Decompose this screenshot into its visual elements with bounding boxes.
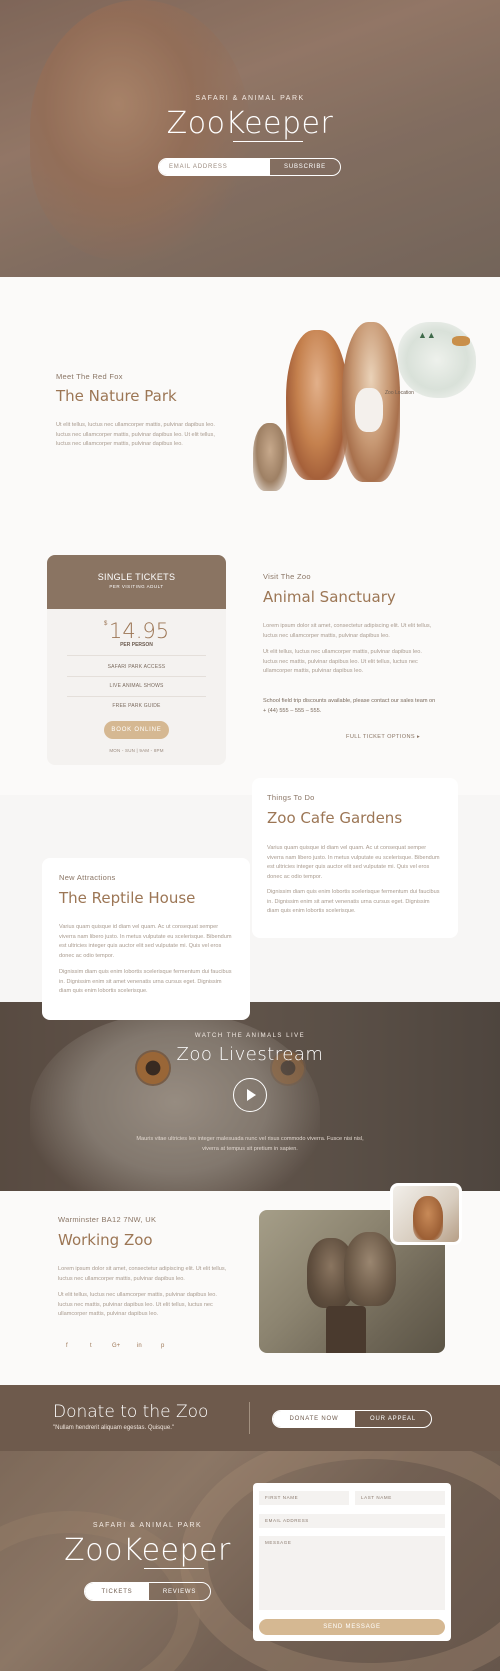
footer-logo-underline [144,1568,204,1569]
google-plus-icon[interactable]: G+ [112,1343,120,1349]
donate-section: Donate to the Zoo "Nullam hendrerit aliq… [0,1385,500,1451]
hero-logo[interactable]: ZooKeeper [0,106,500,141]
donate-buttons: DONATE NOW OUR APPEAL [272,1410,432,1428]
donate-divider [249,1402,250,1434]
fox-cub-photo [390,1183,462,1245]
livestream-kicker: WATCH THE ANIMALS LIVE [194,1033,306,1039]
email-field[interactable]: EMAIL ADDRESS [259,1514,445,1528]
nature-body: Ut elit tellus, luctus nec ullamcorper m… [56,422,215,448]
full-ticket-options-link[interactable]: FULL TICKET OPTIONS ▸ [346,733,420,743]
ticket-feature: LIVE ANIMAL SHOWS [109,683,164,689]
cafe-eyebrow: Things To Do [267,793,315,802]
livestream-section: WATCH THE ANIMALS LIVE Zoo Livestream Ma… [0,1002,500,1191]
reptile-eyebrow: New Attractions [59,873,116,882]
sanctuary-contact: School field trip discounts available, p… [263,698,436,714]
play-button[interactable] [233,1078,267,1112]
reptile-p2: Dignissim diam quis enim lobortis sceler… [59,969,232,995]
facebook-icon[interactable]: f [66,1343,68,1349]
first-name-field[interactable]: FIRST NAME [259,1491,349,1505]
ticket-title: SINGLE TICKETS [97,572,176,582]
reptile-title: The Reptile House [59,889,196,907]
reptile-p1: Varius quam quisque id diam vel quam. Ac… [59,924,232,959]
linkedin-icon[interactable]: in [137,1343,142,1349]
cafe-title: Zoo Cafe Gardens [267,809,403,827]
ticket-hours: MON - SUN | 9AM - 8PM [109,748,164,753]
footer-buttons: TICKETS REVIEWS [84,1582,211,1601]
subscribe-button[interactable]: SUBSCRIBE [270,159,340,175]
sanctuary-p1: Lorem ipsum dolor sit amet, consectetur … [263,623,432,639]
tickets-button[interactable]: TICKETS [85,1583,149,1600]
hero-kicker: SAFARI & ANIMAL PARK [195,95,305,102]
ticket-subtitle: PER VISITING ADULT [109,584,164,589]
sanctuary-title: Animal Sanctuary [263,588,396,606]
reviews-button[interactable]: REVIEWS [149,1583,210,1600]
send-message-button[interactable]: SEND MESSAGE [259,1619,445,1635]
pinterest-icon[interactable]: p [161,1343,164,1349]
hero-section: SAFARI & ANIMAL PARK ZooKeeper EMAIL ADD… [0,0,500,277]
livestream-title: Zoo Livestream [176,1044,324,1065]
zoo-map-illustration [398,322,476,398]
ticket-divider [67,676,206,677]
ticket-divider [67,696,206,697]
ticket-header: SINGLE TICKETS PER VISITING ADULT [47,555,226,609]
ticket-currency: $ [104,621,108,627]
ticket-price: 14.95 [109,619,170,643]
nature-title: The Nature Park [56,387,177,405]
ticket-card: SINGLE TICKETS PER VISITING ADULT $ 14.9… [47,555,226,765]
fox-cub [413,1196,443,1240]
sanctuary-eyebrow: Visit The Zoo [263,572,311,581]
ticket-divider [67,655,206,656]
working-p1: Lorem ipsum dolor sit amet, consectetur … [58,1266,227,1282]
newsletter-form: EMAIL ADDRESS SUBSCRIBE [158,158,341,176]
ticket-feature: FREE PARK GUIDE [112,703,161,709]
twitter-icon[interactable]: t [90,1343,92,1349]
tree-icon: ▲▲ [418,330,436,340]
last-name-field[interactable]: LAST NAME [355,1491,445,1505]
tree-stump [326,1306,366,1353]
working-p2: Ut elit tellus, luctus nec ullamcorper m… [58,1292,217,1318]
logo-underline [233,141,303,142]
message-field[interactable]: MESSAGE [259,1536,445,1610]
nature-eyebrow: Meet The Red Fox [56,372,123,381]
email-input[interactable]: EMAIL ADDRESS [159,159,270,175]
working-title: Working Zoo [58,1231,153,1249]
working-eyebrow: Warminster BA12 7NW, UK [58,1215,157,1224]
ticket-feature: SAFARI PARK ACCESS [107,664,166,670]
book-online-button[interactable]: BOOK ONLINE [104,721,169,739]
cafe-p2: Dignissim diam quis enim lobortis sceler… [267,889,440,915]
livestream-body: Mauris vitae ultricies leo integer males… [136,1136,364,1152]
contact-form: FIRST NAME LAST NAME EMAIL ADDRESS MESSA… [253,1483,451,1641]
footer-kicker: SAFARI & ANIMAL PARK [92,1522,203,1529]
owl-right [344,1232,396,1306]
donate-title: Donate to the Zoo [53,1402,209,1422]
rabbit-illustration [253,423,287,491]
footer-logo[interactable]: ZooKeeper [0,1533,295,1568]
red-fox-left [286,330,348,480]
zoo-location-label: Zoo Location [385,390,414,396]
fox-chest [355,388,383,432]
donate-quote: "Nullam hendrerit aliquam egestas. Quisq… [53,1425,174,1431]
play-icon [247,1089,256,1101]
cafe-p1: Varius quam quisque id diam vel quam. Ac… [267,845,440,880]
donate-now-button[interactable]: DONATE NOW [273,1411,355,1427]
our-appeal-button[interactable]: OUR APPEAL [355,1411,431,1427]
tiger-icon [452,336,470,346]
sanctuary-p2: Ut elit tellus, luctus nec ullamcorper m… [263,649,422,675]
ticket-per: PER PERSON [120,642,153,648]
